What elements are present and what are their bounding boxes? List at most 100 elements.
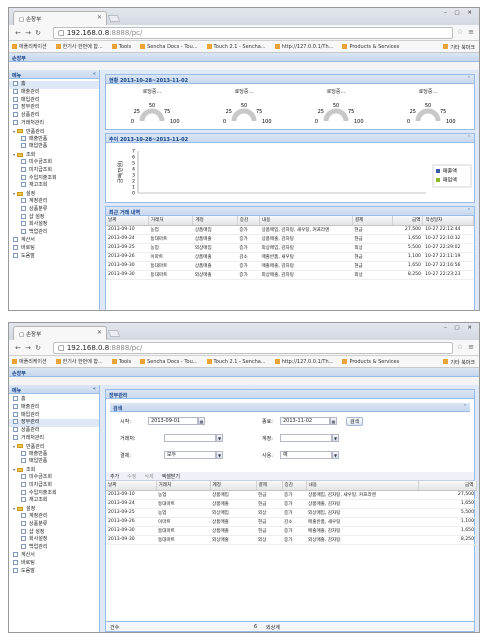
collapse-icon[interactable]: « bbox=[93, 386, 96, 392]
tree-item[interactable]: 백업관리 bbox=[9, 544, 99, 552]
bookmark-item[interactable]: 애플리케이션 bbox=[12, 358, 47, 365]
bookmark-item[interactable]: Sencha Docs - Tou... bbox=[140, 358, 198, 365]
bookmark-item[interactable]: Products & Services bbox=[342, 358, 399, 365]
column-header[interactable]: 증감 bbox=[237, 216, 260, 226]
tree-item[interactable]: 계정관리 bbox=[9, 512, 99, 521]
column-header[interactable]: 계정 bbox=[210, 481, 257, 491]
bookmark-item[interactable]: http://127.0.0.1/Th... bbox=[274, 358, 333, 365]
tree-item[interactable]: 매출관리 bbox=[9, 403, 99, 412]
column-header[interactable]: 거래처 bbox=[156, 481, 211, 491]
chevron-down-icon[interactable]: ▼ bbox=[332, 451, 339, 459]
table-row[interactable]: 2013-09-30 동대마트 상품매출 현금 증가 매출매출, 감자탕 1,650 bbox=[106, 526, 476, 536]
bookmark-item[interactable]: 애플리케이션 bbox=[12, 43, 47, 50]
chevron-down-icon[interactable]: ▼ bbox=[216, 451, 223, 459]
browser-tab[interactable]: ▢ 손장부 ✕ bbox=[13, 326, 107, 340]
tree-item[interactable]: ▾ 조회 bbox=[9, 151, 99, 159]
column-header[interactable]: 증감 bbox=[282, 481, 307, 491]
tree-item[interactable]: ▾ 조회 bbox=[9, 466, 99, 474]
tree-item[interactable]: 계정관리 bbox=[9, 197, 99, 206]
tree-item[interactable]: 거래처관리 bbox=[9, 434, 99, 443]
table-row[interactable]: 2013-09-30 동대마트 외상매출 외상 증가 외상매출, 감자탕 8,250 bbox=[106, 535, 476, 545]
tree-item[interactable]: 미지급조회 bbox=[9, 481, 99, 490]
table-row[interactable]: 2013-09-10 농업 상품매입 현금 증가 상품매입, 감자탕, 새우탕, 커프라멘… bbox=[106, 490, 476, 500]
delete-button[interactable]: 삭제 bbox=[144, 473, 153, 480]
tree-item[interactable]: 매입반품 bbox=[9, 458, 99, 466]
chevron-down-icon[interactable]: ▼ bbox=[332, 434, 339, 442]
menu-icon[interactable]: ≡ bbox=[468, 28, 474, 36]
window-controls[interactable]: – ▢ ✕ bbox=[444, 325, 475, 331]
use-select[interactable]: 예 bbox=[280, 451, 332, 459]
window-controls[interactable]: – ▢ ✕ bbox=[444, 10, 475, 16]
tree-item[interactable]: 상품관리 bbox=[9, 112, 99, 120]
start-date-input[interactable]: 2013-09-01 bbox=[148, 417, 198, 425]
tree-item[interactable]: 미수금조회 bbox=[9, 473, 99, 482]
collapse-icon[interactable]: ⌃ bbox=[467, 76, 471, 82]
tree-item[interactable]: 상품관리 bbox=[9, 427, 99, 435]
tree-item[interactable]: 미지급조회 bbox=[9, 166, 99, 175]
new-tab-button[interactable] bbox=[107, 330, 121, 337]
tree-item[interactable]: 회사설정 bbox=[9, 221, 99, 229]
tree-item[interactable]: 미수금조회 bbox=[9, 158, 99, 167]
column-header[interactable]: 거래처 bbox=[148, 216, 194, 226]
table-row[interactable]: 2013-09-24 동대마트 상품매출 현금 증가 상품매출, 감자탕 1,650 bbox=[106, 499, 476, 509]
table-row[interactable]: 2013-09-10 농업 상품매입 증가 상품매입, 감자탕, 새우탕, 커프라멘 현금… bbox=[106, 225, 474, 235]
table-row[interactable]: 2013-09-30 동대마트 상품매출 증가 매출매출, 감자탕 현금 1,650 10-2… bbox=[106, 261, 474, 271]
column-header[interactable]: 내용 bbox=[306, 481, 419, 491]
tree-item[interactable]: 바로팅 bbox=[9, 559, 99, 568]
tree-item[interactable]: 샵 설정 bbox=[9, 528, 99, 537]
bookmark-item[interactable]: Tools bbox=[111, 43, 131, 50]
column-header[interactable]: 작성일자 bbox=[422, 216, 474, 226]
calendar-icon[interactable]: ▦ bbox=[198, 417, 205, 425]
tree-item[interactable]: 홈 bbox=[9, 396, 99, 404]
bookmark-item[interactable]: 한기사 한번에 합... bbox=[55, 358, 103, 365]
end-date-input[interactable]: 2013-11-02 bbox=[280, 417, 330, 425]
tree-item[interactable]: 재고조회 bbox=[9, 182, 99, 190]
close-tab-icon[interactable]: ✕ bbox=[97, 14, 102, 21]
table-row[interactable]: 2013-09-30 동대마트 외상매출 증가 외상매출, 감자탕 외상 8,250 10-2… bbox=[106, 270, 474, 280]
tree-item[interactable]: 도움말 bbox=[9, 252, 99, 261]
collapse-icon[interactable]: « bbox=[93, 71, 96, 77]
column-header[interactable]: 내용 bbox=[259, 216, 353, 226]
tree-item[interactable]: ▾ 설정 bbox=[9, 190, 99, 198]
table-row[interactable]: 2013-09-26 이마트 상품매출 현금 감소 매출반품, 새우탕 1,100 bbox=[106, 517, 476, 527]
reload-icon[interactable]: ↻ bbox=[33, 29, 43, 37]
tree-item[interactable]: ▾ 반품관리 bbox=[9, 128, 99, 136]
bookmark-item[interactable]: Products & Services bbox=[342, 43, 399, 50]
bookmark-item[interactable]: Sencha Docs - Tou... bbox=[140, 43, 198, 50]
vendor-select[interactable] bbox=[164, 434, 216, 442]
bookmark-item[interactable]: Touch 2.1 - Sencha... bbox=[206, 358, 266, 365]
bookmark-item[interactable]: 한기사 한번에 합... bbox=[55, 43, 103, 50]
other-bookmarks[interactable]: 기타 북마크 bbox=[443, 44, 475, 51]
collapse-icon[interactable]: ⌃ bbox=[467, 208, 471, 214]
tree-item[interactable]: 계산서 bbox=[9, 551, 99, 560]
tree-item[interactable]: 거래처관리 bbox=[9, 119, 99, 128]
table-row[interactable]: 2013-09-25 농업 외상매입 증가 외상매입, 감자탕 외상 5,500 10-27 … bbox=[106, 243, 474, 253]
table-row[interactable]: 2013-09-25 농업 외상매입 외상 증가 외상매입, 감자탕 5,500 bbox=[106, 508, 476, 518]
chevron-down-icon[interactable]: ▼ bbox=[216, 434, 223, 442]
tree-item[interactable]: 수입지출조회 bbox=[9, 174, 99, 183]
tree-item[interactable]: ▾ 설정 bbox=[9, 505, 99, 513]
tree-item[interactable]: ▾ 반품관리 bbox=[9, 443, 99, 451]
column-header[interactable]: 금액 bbox=[418, 481, 477, 491]
calendar-icon[interactable]: ▦ bbox=[330, 417, 337, 425]
back-icon[interactable]: ← bbox=[13, 29, 23, 37]
account-select[interactable] bbox=[280, 434, 332, 442]
forward-icon[interactable]: → bbox=[23, 29, 33, 37]
column-header[interactable]: 금액 bbox=[392, 216, 424, 226]
tree-item[interactable]: 도움말 bbox=[9, 567, 99, 576]
tree-item[interactable]: 재고조회 bbox=[9, 497, 99, 505]
column-header[interactable]: 계정 bbox=[192, 216, 238, 226]
search-button[interactable]: 검색 bbox=[346, 417, 364, 426]
table-row[interactable]: 2013-09-24 동대마트 상품매출 증가 상품매출, 감자탕 현금 1,650 10-2… bbox=[106, 234, 474, 244]
payment-select[interactable]: 모두 bbox=[164, 451, 216, 459]
column-header[interactable]: 결제 bbox=[256, 481, 283, 491]
close-tab-icon[interactable]: ✕ bbox=[97, 329, 102, 336]
column-header[interactable]: 날짜 bbox=[106, 481, 157, 491]
tree-item[interactable]: 샵 설정 bbox=[9, 213, 99, 222]
bookmark-star-icon[interactable]: ☆ bbox=[457, 28, 463, 36]
back-icon[interactable]: ← bbox=[13, 344, 23, 352]
bookmark-item[interactable]: Touch 2.1 - Sencha... bbox=[206, 43, 266, 50]
forward-icon[interactable]: → bbox=[23, 344, 33, 352]
tree-item[interactable]: 수입지출조회 bbox=[9, 489, 99, 498]
collapse-icon[interactable]: ⌃ bbox=[467, 135, 471, 141]
